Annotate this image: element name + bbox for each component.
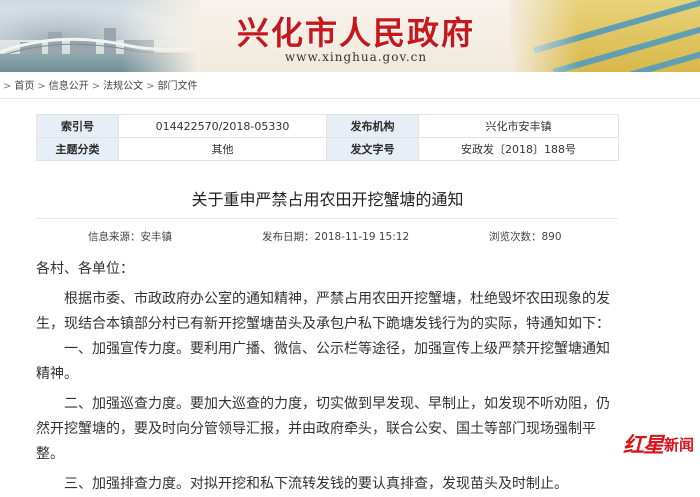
breadcrumb-department-docs[interactable]: 部门文件 bbox=[158, 78, 198, 96]
publisher-value: 兴化市安丰镇 bbox=[418, 114, 619, 138]
category-value: 其他 bbox=[118, 137, 327, 161]
article-body: 各村、各单位： 根据市委、市政政府办公室的通知精神，严禁占用农田开挖蟹塘，杜绝毁… bbox=[36, 257, 616, 497]
index-number-label: 索引号 bbox=[36, 114, 119, 138]
section-paragraph: 二、加强巡查力度。要加大巡查的力度，切实做到早发现、早制止，如发现不听劝阻，仍然… bbox=[36, 392, 616, 467]
document-number-label: 发文字号 bbox=[326, 137, 419, 161]
views-value: 890 bbox=[541, 231, 562, 243]
site-banner: 兴化市人民政府 www.xinghua.gov.cn bbox=[0, 0, 700, 72]
intro-paragraph: 根据市委、市政政府办公室的通知精神，严禁占用农田开挖蟹塘，杜绝毁坏农田现象的发生… bbox=[36, 291, 610, 332]
date-label: 发布日期： bbox=[262, 231, 315, 243]
breadcrumb-info-public[interactable]: 信息公开 bbox=[49, 78, 89, 96]
banner-farmland-scene bbox=[510, 0, 700, 72]
section-text: 对拟开挖和私下流转发钱的要认真排查，发现苗头及时制止。 bbox=[190, 476, 568, 492]
views-label: 浏览次数： bbox=[489, 231, 542, 243]
breadcrumb-separator: > bbox=[3, 81, 12, 92]
banner-bridge-scene bbox=[0, 0, 200, 72]
index-number-value: 014422570/2018-05330 bbox=[118, 114, 327, 138]
source-value: 安丰镇 bbox=[140, 231, 173, 243]
document-number-value: 安政发〔2018〕188号 bbox=[418, 137, 619, 161]
salutation: 各村、各单位： bbox=[36, 261, 134, 277]
article-source: 信息来源：安丰镇 bbox=[88, 229, 172, 244]
category-label: 主题分类 bbox=[36, 137, 119, 161]
article-views: 浏览次数：890 bbox=[489, 229, 562, 244]
breadcrumb-home[interactable]: 首页 bbox=[14, 78, 34, 96]
table-row: 主题分类 其他 发文字号 安政发〔2018〕188号 bbox=[36, 137, 619, 161]
date-value: 2018-11-19 15:12 bbox=[314, 231, 410, 243]
breadcrumb-separator: > bbox=[146, 81, 155, 92]
section-heading: 三、加强排查力度。 bbox=[64, 476, 190, 492]
title-divider bbox=[36, 218, 618, 219]
document-info-table: 索引号 014422570/2018-05330 发布机构 兴化市安丰镇 主题分… bbox=[36, 114, 619, 161]
red-star-news-watermark: 红星 新闻 bbox=[623, 431, 694, 457]
site-domain: www.xinghua.gov.cn bbox=[284, 50, 428, 64]
section-heading: 一、加强宣传力度。 bbox=[64, 341, 190, 357]
watermark-logo: 红星 bbox=[622, 432, 664, 457]
article-title: 关于重申严禁占用农田开挖蟹塘的通知 bbox=[191, 190, 464, 209]
breadcrumb-regulations[interactable]: 法规公文 bbox=[103, 78, 143, 96]
site-title: 兴化市人民政府 bbox=[236, 14, 475, 52]
section-heading: 二、加强巡查力度。 bbox=[64, 396, 190, 412]
source-label: 信息来源： bbox=[88, 231, 141, 243]
section-paragraph: 一、加强宣传力度。要利用广播、微信、公示栏等途径，加强宣传上级严禁开挖蟹塘通知精… bbox=[36, 337, 616, 387]
article-date: 发布日期：2018-11-19 15:12 bbox=[262, 229, 409, 244]
breadcrumb-divider bbox=[0, 98, 700, 99]
breadcrumb-separator: > bbox=[37, 81, 46, 92]
watermark-text: 新闻 bbox=[663, 435, 694, 454]
publisher-label: 发布机构 bbox=[326, 114, 419, 138]
breadcrumb-separator: > bbox=[91, 81, 101, 92]
breadcrumb: > 首页 > 信息公开 > 法规公文 > 部门文件 bbox=[0, 78, 198, 96]
section-paragraph: 三、加强排查力度。对拟开挖和私下流转发钱的要认真排查，发现苗头及时制止。 bbox=[36, 472, 616, 497]
table-row: 索引号 014422570/2018-05330 发布机构 兴化市安丰镇 bbox=[36, 114, 619, 138]
